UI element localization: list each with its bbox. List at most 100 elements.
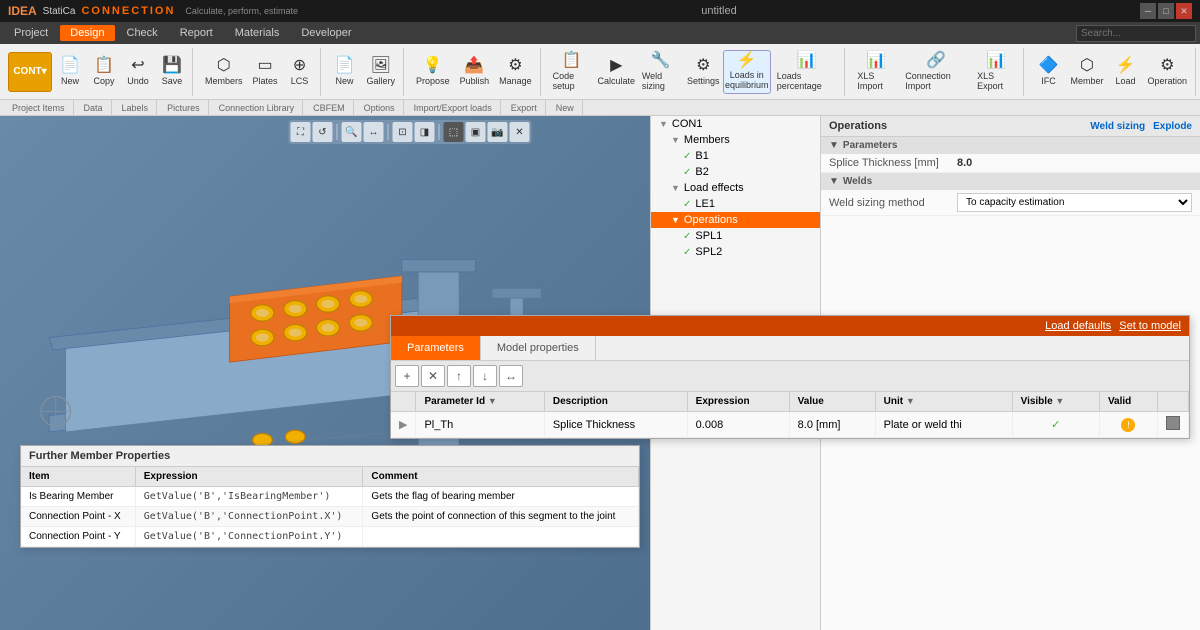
publish-button[interactable]: 📤 Publish (456, 50, 494, 94)
params-section-toggle[interactable]: ▼ (829, 140, 839, 151)
row-actions[interactable] (1158, 412, 1189, 438)
menu-item-materials[interactable]: Materials (225, 25, 290, 41)
tree-le1[interactable]: ✓ LE1 (651, 196, 820, 212)
visible-filter[interactable]: ▼ (1055, 396, 1064, 406)
move-down-button[interactable]: ↓ (473, 365, 497, 387)
welds-section-toggle[interactable]: ▼ (829, 176, 839, 187)
params-tab-model-properties[interactable]: Model properties (481, 336, 596, 360)
tree-b2[interactable]: ✓ B2 (651, 164, 820, 180)
table-row[interactable]: ▶ Pl_Th Splice Thickness 0.008 8.0 [mm] … (391, 412, 1189, 438)
vt-reset-btn[interactable]: ✕ (510, 122, 530, 142)
propose-button[interactable]: 💡 Propose (412, 50, 454, 94)
col-expand (391, 392, 416, 412)
members-button[interactable]: ⬡ Members (201, 50, 247, 94)
loads-equilibrium-button[interactable]: ⚡ Loads inequilibrium (723, 50, 771, 94)
loads-pct-button[interactable]: 📊 Loads percentage (773, 50, 841, 94)
app-name: StatiCa (43, 6, 76, 17)
code-setup-button[interactable]: 📋 Code setup (549, 50, 595, 94)
ifc-button[interactable]: 🔷 IFC (1032, 50, 1064, 94)
row-valid: ! (1099, 412, 1157, 438)
minimize-button[interactable]: ─ (1140, 3, 1156, 19)
menu-item-project[interactable]: Project (4, 25, 58, 41)
param-id-filter[interactable]: ▼ (488, 396, 497, 406)
load-defaults-button[interactable]: Load defaults (1045, 320, 1111, 332)
fmp-code-0: GetValue('B','IsBearingMember') (144, 491, 331, 502)
row-visible[interactable]: ✓ (1012, 412, 1099, 438)
weld-sizing-dropdown[interactable]: To capacity estimation User defined (957, 193, 1192, 212)
tree-operations[interactable]: ▼ Operations (651, 212, 820, 228)
weld-sizing-link[interactable]: Weld sizing (1090, 121, 1145, 132)
lcs-button[interactable]: ⊕ LCS (284, 50, 316, 94)
row-unit: Plate or weld thi (875, 412, 1012, 438)
undo-button[interactable]: ↩ Undo (122, 50, 154, 94)
operation-button[interactable]: ⚙ Operation (1143, 50, 1191, 94)
tree-b1[interactable]: ✓ B1 (651, 148, 820, 164)
plates-button[interactable]: ▭ Plates (249, 50, 282, 94)
new2-icon: 📄 (335, 58, 355, 74)
tree-spl1[interactable]: ✓ SPL1 (651, 228, 820, 244)
row-param-id[interactable]: Pl_Th (416, 412, 544, 438)
fmp-comment-2 (363, 527, 639, 547)
link-button[interactable]: ↔ (499, 365, 523, 387)
cont-button[interactable]: CONT▾ (8, 52, 52, 92)
weld-sizing-button[interactable]: 🔧 Weld sizing (638, 50, 684, 94)
add-param-button[interactable]: + (395, 365, 419, 387)
close-button[interactable]: ✕ (1176, 3, 1192, 19)
set-to-model-button[interactable]: Set to model (1119, 320, 1181, 332)
vt-wire-btn[interactable]: ▣ (466, 122, 486, 142)
delete-param-button[interactable]: ✕ (421, 365, 445, 387)
calculate-button[interactable]: ▶ Calculate (597, 50, 636, 94)
section-import-export: Import/Export loads (406, 100, 501, 115)
manage-button[interactable]: ⚙ Manage (495, 50, 536, 94)
params-tab-parameters[interactable]: Parameters (391, 336, 481, 360)
publish-icon: 📤 (464, 58, 484, 74)
fmp-expr-1: GetValue('B','ConnectionPoint.X') (135, 507, 363, 527)
menu-item-developer[interactable]: Developer (291, 25, 361, 41)
col-valid: Valid (1099, 392, 1157, 412)
tree-members-label: Members (684, 134, 730, 146)
row-expand[interactable]: ▶ (391, 412, 416, 438)
copy-button[interactable]: 📋 Copy (88, 50, 120, 94)
gallery-button[interactable]: 🖼 Gallery (363, 50, 400, 94)
row-action-box[interactable] (1166, 416, 1180, 430)
tree-load-effects[interactable]: ▼ Load effects (651, 180, 820, 196)
load-button[interactable]: ⚡ Load (1109, 50, 1141, 94)
menu-item-design[interactable]: Design (60, 25, 114, 41)
tree-ops-toggle: ▼ (671, 215, 680, 225)
save-button[interactable]: 💾 Save (156, 50, 188, 94)
vt-zoom-btn[interactable]: 🔍 (342, 122, 362, 142)
tree-spl1-check: ✓ (683, 231, 691, 242)
copy-icon: 📋 (94, 58, 114, 74)
xls-import-button[interactable]: 📊 XLS Import (853, 50, 899, 94)
search-input[interactable] (1076, 25, 1196, 42)
settings-button[interactable]: ⚙ Settings (686, 50, 721, 94)
vt-solid-btn[interactable]: ⬚ (444, 122, 464, 142)
tree-members[interactable]: ▼ Members (651, 132, 820, 148)
explode-link[interactable]: Explode (1153, 121, 1192, 132)
xls-export-button[interactable]: 📊 XLS Export (973, 50, 1019, 94)
tree-b1-check: ✓ (683, 151, 691, 162)
window-controls: ─ □ ✕ (1140, 3, 1192, 19)
vt-perspective-btn[interactable]: ⊡ (393, 122, 413, 142)
vt-fit-btn[interactable]: ⛶ (291, 122, 311, 142)
section-export: Export (503, 100, 546, 115)
vt-rotate-btn[interactable]: ↺ (313, 122, 333, 142)
tree-root[interactable]: ▼ CON1 (651, 116, 820, 132)
col-visible: Visible ▼ (1012, 392, 1099, 412)
row-expression[interactable]: 0.008 (687, 412, 789, 438)
new-button[interactable]: 📄 New (54, 50, 86, 94)
menu-item-report[interactable]: Report (170, 25, 223, 41)
tree-spl2[interactable]: ✓ SPL2 (651, 244, 820, 260)
vt-sep2 (388, 124, 389, 140)
connection-import-button[interactable]: 🔗 Connection Import (901, 50, 971, 94)
unit-filter[interactable]: ▼ (906, 396, 915, 406)
menu-item-check[interactable]: Check (117, 25, 168, 41)
vt-view-btn[interactable]: ◨ (415, 122, 435, 142)
section-pictures: Pictures (159, 100, 209, 115)
member-button[interactable]: ⬡ Member (1066, 50, 1107, 94)
maximize-button[interactable]: □ (1158, 3, 1174, 19)
vt-pan-btn[interactable]: ↔ (364, 122, 384, 142)
vt-screenshot-btn[interactable]: 📷 (488, 122, 508, 142)
new2-button[interactable]: 📄 New (329, 50, 361, 94)
move-up-button[interactable]: ↑ (447, 365, 471, 387)
